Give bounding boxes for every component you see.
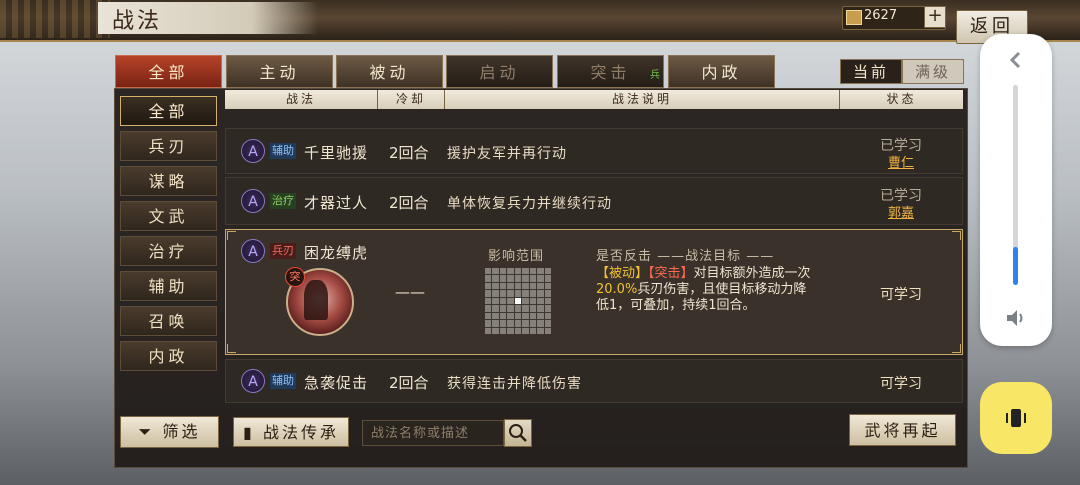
col-header-desc: 战法说明 <box>611 92 672 106</box>
desc-text: 对目标额外造成一次 <box>693 266 811 281</box>
tab-internal[interactable]: 内政 <box>668 55 775 88</box>
top-ornament <box>0 0 110 38</box>
toggle-max-level[interactable]: 满级 <box>902 59 964 84</box>
corner-ornament <box>227 231 236 240</box>
page-title: 战法 <box>112 9 163 34</box>
desc-text: 兵刃伤害，且使目标移动力降 <box>637 282 807 297</box>
counter-target-line: 是否反击 ——战法目标 —— <box>596 249 775 264</box>
tactic-grade-icon: A <box>241 189 265 213</box>
damage-percent: 20.0% <box>596 282 638 297</box>
chevron-left-icon[interactable] <box>1006 50 1026 70</box>
corner-ornament <box>227 344 236 353</box>
volume-slider-fill <box>1013 247 1018 285</box>
sidebar-item-strategy[interactable]: 谋略 <box>120 166 217 196</box>
coin-count: 2627 <box>864 8 898 23</box>
corner-ornament <box>952 344 961 353</box>
cooldown: 2回合 <box>389 374 429 392</box>
tab-badge: 兵 <box>650 70 660 81</box>
tab-assault[interactable]: 突击 <box>557 55 664 88</box>
tactic-name: 才器过人 <box>304 194 369 212</box>
sidebar-item-civil-military[interactable]: 文武 <box>120 201 217 231</box>
col-header-status: 状态 <box>886 92 917 106</box>
tactic-desc: 获得连击并降低伤害 <box>447 376 582 392</box>
type-tag: 兵刃 <box>270 243 296 259</box>
status-learnable: 可学习 <box>880 287 922 303</box>
cooldown: 2回合 <box>389 194 429 212</box>
search-icon <box>509 424 527 442</box>
warrior-silhouette <box>304 280 328 320</box>
general-rise-button[interactable]: 武将再起 <box>849 414 956 446</box>
passive-tag: 【被动】 <box>596 266 649 281</box>
assault-tag: 【突击】 <box>648 266 694 281</box>
status-learnable: 可学习 <box>880 376 922 392</box>
tab-active[interactable]: 主动 <box>226 55 333 88</box>
sidebar-item-assist[interactable]: 辅助 <box>120 271 217 301</box>
filter-button[interactable]: ⏷ 筛选 <box>120 416 219 448</box>
speaker-icon <box>1007 310 1023 326</box>
sidebar-item-blade[interactable]: 兵刃 <box>120 131 217 161</box>
corner-ornament <box>952 231 961 240</box>
sidebar-item-internal[interactable]: 内政 <box>120 341 217 371</box>
assault-badge: 突 <box>285 267 305 287</box>
range-grid <box>485 268 551 334</box>
type-tag: 辅助 <box>270 143 296 159</box>
sidebar-item-summon[interactable]: 召唤 <box>120 306 217 336</box>
cooldown: 2回合 <box>389 144 429 162</box>
search-input[interactable]: 战法名称或描述 <box>362 420 504 446</box>
sidebar-item-all[interactable]: 全部 <box>120 96 217 126</box>
tactic-grade-icon: A <box>241 369 265 393</box>
learner-link[interactable]: 郭嘉 <box>839 202 963 221</box>
type-tag: 治疗 <box>270 193 296 209</box>
tactic-desc: 援护友军并再行动 <box>447 146 567 162</box>
book-icon: ▮ <box>243 423 255 442</box>
vibrate-icon <box>1006 409 1026 427</box>
tactic-name: 急袭促击 <box>304 374 369 392</box>
tactic-desc: 单体恢复兵力并继续行动 <box>447 196 612 212</box>
tab-all[interactable]: 全部 <box>115 55 222 88</box>
range-label: 影响范围 <box>488 249 545 264</box>
type-tag: 辅助 <box>270 373 296 389</box>
tab-launch[interactable]: 启动 <box>446 55 553 88</box>
tab-passive[interactable]: 被动 <box>336 55 443 88</box>
cooldown: —— <box>395 283 425 301</box>
inherit-label: 战法传承 <box>262 423 339 442</box>
inherit-tactic-button[interactable]: ▮ 战法传承 <box>233 417 349 447</box>
learner-link[interactable]: 曹仁 <box>839 152 963 171</box>
toggle-current[interactable]: 当前 <box>840 59 902 84</box>
desc-text: 低1，可叠加，持续1回合。 <box>596 298 756 313</box>
col-header-cooldown: 冷却 <box>395 92 426 106</box>
tactic-grade-icon: A <box>241 239 265 263</box>
tactic-name: 困龙缚虎 <box>304 244 369 262</box>
tactic-name: 千里驰援 <box>304 144 369 162</box>
sidebar-item-heal[interactable]: 治疗 <box>120 236 217 266</box>
filter-label: 筛选 <box>162 422 201 441</box>
tactic-grade-icon: A <box>241 139 265 163</box>
add-coins-button[interactable]: + <box>924 6 946 28</box>
col-header-name: 战法 <box>285 92 316 106</box>
search-button[interactable] <box>504 419 532 447</box>
funnel-icon: ⏷ <box>138 422 155 441</box>
coin-icon <box>846 10 862 25</box>
expanded-desc: 【被动】【突击】对目标额外造成一次 20.0%兵刃伤害，且使目标移动力降 低1，… <box>596 266 836 314</box>
